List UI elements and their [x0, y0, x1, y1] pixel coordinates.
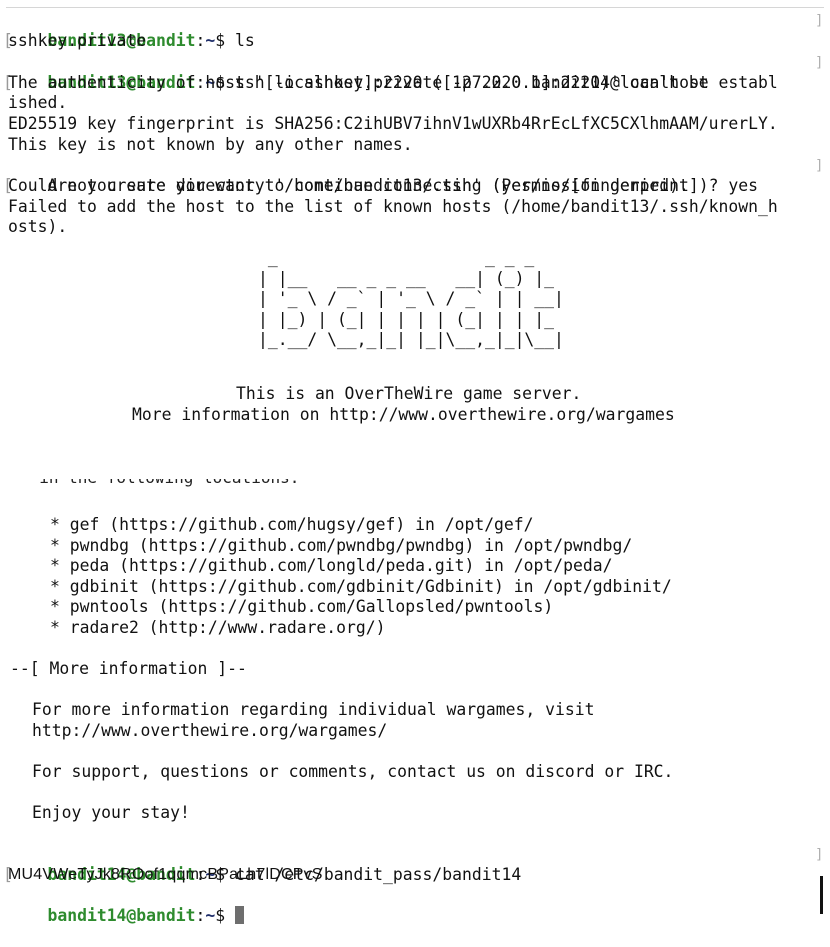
window-top-divider	[6, 7, 824, 8]
command-input[interactable]	[225, 906, 235, 925]
output-line: ished.	[8, 93, 68, 112]
scrollbar-thumb[interactable]	[820, 876, 823, 914]
prompt-user: bandit14@bandit	[47, 905, 196, 925]
line-bracket-right: ]	[815, 13, 824, 29]
output-line: This key is not known by any other names…	[8, 135, 413, 154]
line-bracket-right: ]	[815, 158, 824, 174]
clipped-output-line: in the following locations:	[20, 479, 310, 495]
enjoy-line: Enjoy your stay!	[32, 803, 190, 822]
output-line: Failed to add the host to the list of kn…	[8, 197, 778, 216]
prompt-separator: :	[195, 30, 206, 50]
tool-list-item: * gef (https://github.com/hugsy/gef) in …	[50, 515, 534, 534]
info-line: For more information regarding individua…	[32, 700, 595, 719]
prompt-path: ~	[205, 30, 216, 50]
info-line: http://www.overthewire.org/wargames/	[32, 721, 388, 740]
clipped-text: in the following locations:	[20, 479, 310, 489]
line-bracket-right: ]	[815, 55, 824, 71]
server-info-line: More information on http://www.overthewi…	[132, 405, 675, 424]
prompt-symbol: $	[215, 30, 226, 50]
prompt-symbol: $	[215, 905, 226, 925]
text-cursor	[235, 905, 245, 924]
section-header: --[ More information ]--	[10, 659, 247, 678]
bandit-ascii-banner: _ _ _ _ | |__ __ _ _ __ __| (_) |_ | '_ …	[258, 248, 564, 350]
tool-list-item: * radare2 (http://www.radare.org/)	[50, 618, 386, 637]
tool-list-item: * pwntools (https://github.com/Gallopsle…	[50, 597, 554, 616]
command-text: ls	[225, 30, 255, 50]
output-line: Could not create directory '/home/bandit…	[8, 176, 689, 195]
output-line: The authenticity of host '[localhost]:22…	[8, 73, 778, 92]
tool-list-item: * gdbinit (https://github.com/gdbinit/Gd…	[50, 577, 672, 596]
tool-list-item: * peda (https://github.com/longld/peda.g…	[50, 556, 613, 575]
output-line: sshkey.private	[8, 31, 147, 50]
support-line: For support, questions or comments, cont…	[32, 762, 674, 781]
output-line: ED25519 key fingerprint is SHA256:C2ihUB…	[8, 114, 778, 133]
output-line: osts).	[8, 217, 68, 236]
server-notice-line: This is an OverTheWire game server.	[236, 384, 582, 403]
password-output: MU4VWeTyJk8ROof1qqmcBPaLh7lDCPvS	[8, 866, 323, 883]
tool-list-item: * pwndbg (https://github.com/pwndbg/pwnd…	[50, 536, 633, 555]
prompt-path: ~	[205, 905, 216, 925]
prompt-separator: :	[195, 905, 206, 925]
terminal-window[interactable]: [bandit13@bandit:~$ ls ] sshkey.private …	[0, 0, 830, 925]
line-bracket-right: ]	[815, 847, 824, 863]
